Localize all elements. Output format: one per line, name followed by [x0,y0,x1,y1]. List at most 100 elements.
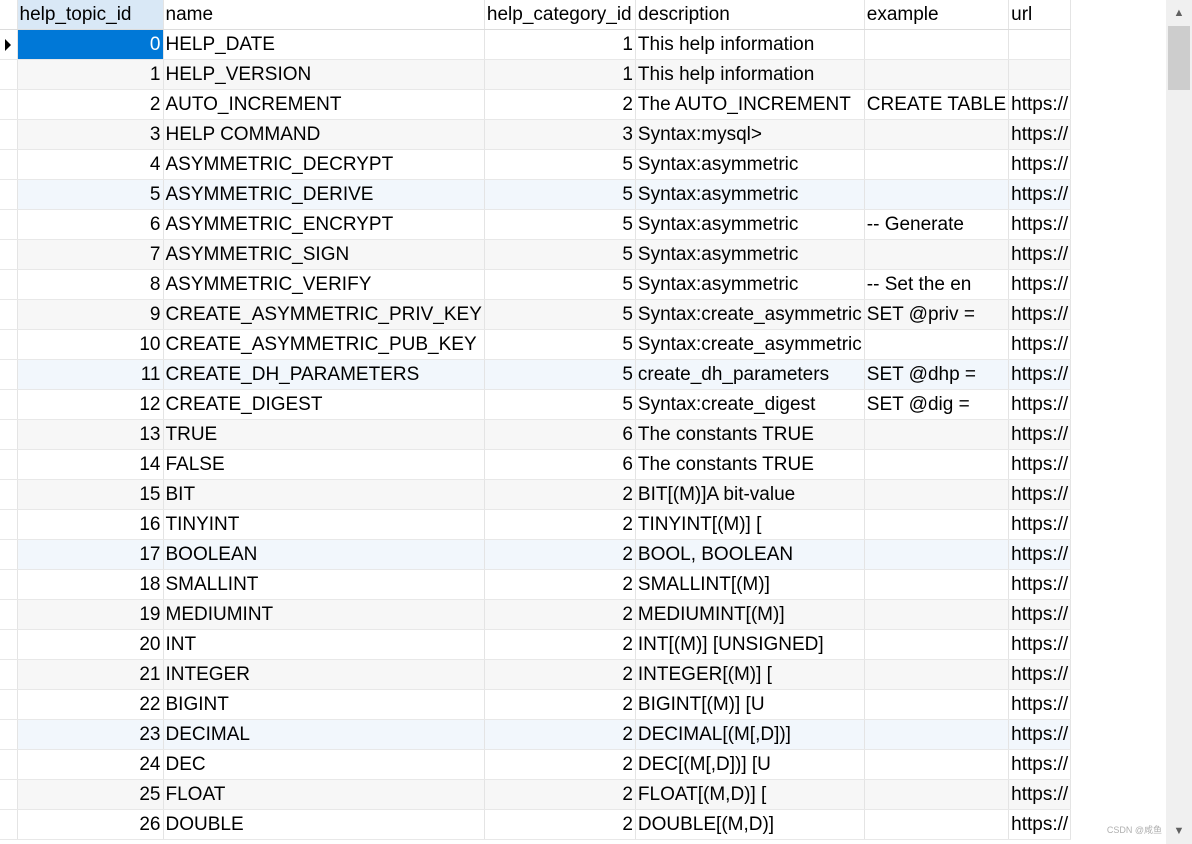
cell-url[interactable]: https:// [1008,329,1072,360]
cell-description[interactable]: BIT[(M)]A bit-value [635,479,865,510]
cell-url[interactable]: https:// [1008,359,1072,390]
scroll-down-arrow-icon[interactable]: ▼ [1166,818,1192,844]
cell-name[interactable]: DOUBLE [163,809,485,840]
cell-help-topic-id[interactable]: 13 [17,419,164,450]
cell-url[interactable]: https:// [1008,239,1072,270]
row-indicator[interactable] [0,629,18,660]
cell-help-category-id[interactable]: 6 [484,449,636,480]
table-row[interactable]: 7 ASYMMETRIC_SIGN 5 Syntax:asymmetric https:… [0,239,1072,270]
cell-help-topic-id[interactable]: 17 [17,539,164,570]
row-indicator[interactable] [0,119,18,150]
vertical-scrollbar[interactable]: ▲ ▼ [1166,0,1192,844]
table-row[interactable]: 2 AUTO_INCREMENT 2 The AUTO_INCREMENT CREATE… [0,89,1072,120]
column-header-help-topic-id[interactable]: help_topic_id [17,0,164,30]
cell-url[interactable]: https:// [1008,419,1072,450]
cell-help-category-id[interactable]: 2 [484,719,636,750]
cell-description[interactable]: INTEGER[(M)] [ [635,659,865,690]
cell-url[interactable]: https:// [1008,569,1072,600]
cell-help-category-id[interactable]: 2 [484,479,636,510]
table-row[interactable]: 11 CREATE_DH_PARAMETERS 5 create_dh_paramet… [0,359,1072,390]
cell-url[interactable]: https:// [1008,629,1072,660]
cell-help-topic-id[interactable]: 11 [17,359,164,390]
row-indicator[interactable] [0,239,18,270]
row-indicator[interactable] [0,719,18,750]
cell-help-category-id[interactable]: 2 [484,89,636,120]
table-row[interactable]: 0 HELP_DATE 1 This help information [0,29,1072,60]
cell-name[interactable]: MEDIUMINT [163,599,485,630]
cell-help-category-id[interactable]: 2 [484,599,636,630]
cell-name[interactable]: INT [163,629,485,660]
cell-help-topic-id[interactable]: 6 [17,209,164,240]
cell-example[interactable] [864,809,1010,840]
cell-help-category-id[interactable]: 5 [484,329,636,360]
cell-url[interactable]: https:// [1008,269,1072,300]
cell-url[interactable]: https:// [1008,449,1072,480]
cell-help-category-id[interactable]: 2 [484,689,636,720]
table-row[interactable]: 19 MEDIUMINT 2 MEDIUMINT[(M)] https:// [0,599,1072,630]
table-row[interactable]: 15 BIT 2 BIT[(M)]A bit-value https:// [0,479,1072,510]
cell-url[interactable]: https:// [1008,599,1072,630]
cell-help-topic-id[interactable]: 12 [17,389,164,420]
cell-url[interactable]: https:// [1008,809,1072,840]
cell-description[interactable]: SMALLINT[(M)] [635,569,865,600]
cell-description[interactable]: The constants TRUE [635,419,865,450]
table-row[interactable]: 5 ASYMMETRIC_DERIVE 5 Syntax:asymmetric http… [0,179,1072,210]
cell-help-topic-id[interactable]: 4 [17,149,164,180]
cell-help-category-id[interactable]: 5 [484,239,636,270]
cell-example[interactable] [864,449,1010,480]
cell-name[interactable]: DEC [163,749,485,780]
cell-help-category-id[interactable]: 5 [484,359,636,390]
cell-url[interactable] [1008,29,1072,60]
cell-example[interactable]: SET @dig = [864,389,1010,420]
row-indicator[interactable] [0,449,18,480]
cell-description[interactable]: This help information [635,59,865,90]
cell-description[interactable]: BIGINT[(M)] [U [635,689,865,720]
cell-help-category-id[interactable]: 1 [484,59,636,90]
cell-help-topic-id[interactable]: 8 [17,269,164,300]
cell-name[interactable]: SMALLINT [163,569,485,600]
cell-help-category-id[interactable]: 2 [484,569,636,600]
row-indicator[interactable] [0,539,18,570]
column-header-url[interactable]: url [1008,0,1072,30]
cell-url[interactable]: https:// [1008,539,1072,570]
cell-description[interactable]: create_dh_parameters [635,359,865,390]
cell-help-topic-id[interactable]: 14 [17,449,164,480]
cell-example[interactable] [864,599,1010,630]
cell-help-topic-id[interactable]: 0 [17,29,164,60]
cell-url[interactable]: https:// [1008,719,1072,750]
cell-help-category-id[interactable]: 3 [484,119,636,150]
row-indicator[interactable] [0,599,18,630]
cell-url[interactable]: https:// [1008,389,1072,420]
cell-help-topic-id[interactable]: 10 [17,329,164,360]
cell-help-category-id[interactable]: 5 [484,389,636,420]
cell-example[interactable] [864,179,1010,210]
row-indicator[interactable] [0,659,18,690]
cell-example[interactable] [864,329,1010,360]
table-row[interactable]: 9 CREATE_ASYMMETRIC_PRIV_KEY 5 Syntax:creat… [0,299,1072,330]
cell-description[interactable]: Syntax:mysql> [635,119,865,150]
table-row[interactable]: 10 CREATE_ASYMMETRIC_PUB_KEY 5 Syntax:creat… [0,329,1072,360]
cell-name[interactable]: FLOAT [163,779,485,810]
table-row[interactable]: 23 DECIMAL 2 DECIMAL[(M[,D])] https:// [0,719,1072,750]
cell-help-topic-id[interactable]: 5 [17,179,164,210]
cell-example[interactable] [864,749,1010,780]
table-row[interactable]: 16 TINYINT 2 TINYINT[(M)] [https:// [0,509,1072,540]
cell-example[interactable]: SET @dhp = [864,359,1010,390]
cell-name[interactable]: HELP_DATE [163,29,485,60]
cell-url[interactable]: https:// [1008,299,1072,330]
scroll-up-arrow-icon[interactable]: ▲ [1166,0,1192,26]
cell-url[interactable] [1008,59,1072,90]
cell-url[interactable]: https:// [1008,659,1072,690]
cell-name[interactable]: INTEGER [163,659,485,690]
row-indicator[interactable] [0,149,18,180]
cell-description[interactable]: FLOAT[(M,D)] [ [635,779,865,810]
cell-help-category-id[interactable]: 2 [484,509,636,540]
cell-name[interactable]: TINYINT [163,509,485,540]
cell-example[interactable] [864,629,1010,660]
cell-name[interactable]: CREATE_ASYMMETRIC_PUB_KEY [163,329,485,360]
row-indicator[interactable] [0,509,18,540]
table-row[interactable]: 1 HELP_VERSION 1 This help information [0,59,1072,90]
cell-help-topic-id[interactable]: 23 [17,719,164,750]
cell-help-topic-id[interactable]: 3 [17,119,164,150]
cell-name[interactable]: CREATE_DIGEST [163,389,485,420]
